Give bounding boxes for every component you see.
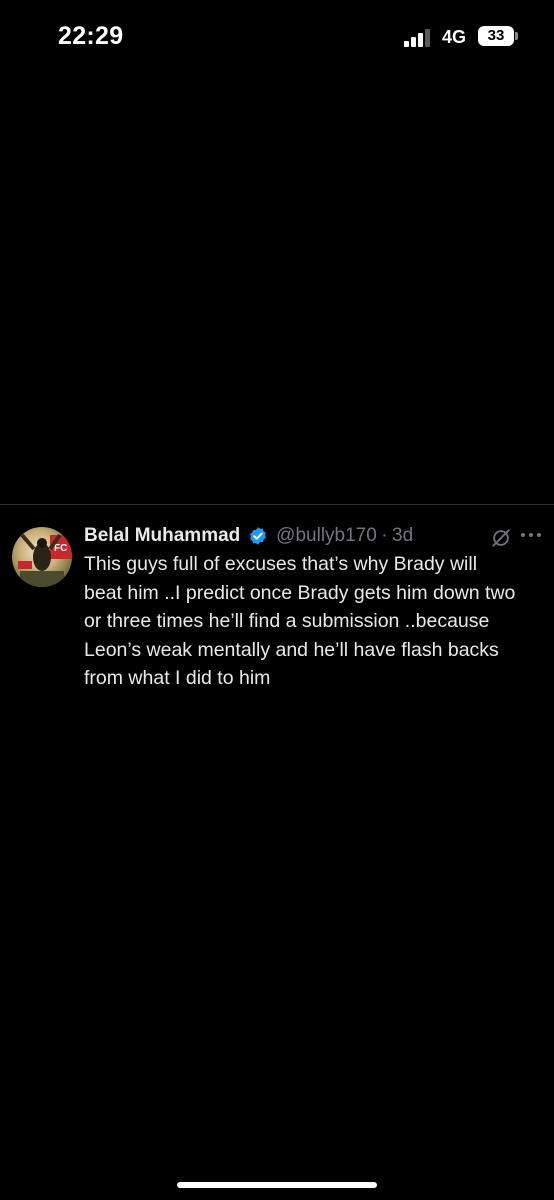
separator-dot: · [381, 525, 388, 546]
grok-icon[interactable] [490, 527, 512, 549]
network-type: 4G [442, 27, 467, 47]
battery-icon: 33 [478, 26, 518, 46]
tweet-text: This guys full of excuses that’s why Bra… [84, 553, 516, 689]
home-indicator[interactable] [177, 1182, 377, 1188]
status-time: 22:29 [58, 22, 124, 50]
author-handle[interactable]: @bullyb170 [276, 525, 377, 546]
avatar[interactable]: FC [12, 527, 72, 587]
status-bar: 22:29 4G 33 [0, 0, 554, 80]
svg-text:FC: FC [54, 543, 67, 554]
battery-level: 33 [487, 27, 505, 44]
tweet[interactable]: FC Belal Muhammad @bullyb170 · 3d This g… [0, 505, 554, 695]
tweet-time[interactable]: 3d [392, 525, 413, 546]
signal-bars-icon [404, 29, 432, 47]
author-name[interactable]: Belal Muhammad [84, 525, 240, 546]
tweet-header: Belal Muhammad @bullyb170 · 3d [84, 525, 544, 551]
verified-badge-icon [249, 527, 266, 545]
more-options-icon[interactable] [518, 525, 544, 545]
